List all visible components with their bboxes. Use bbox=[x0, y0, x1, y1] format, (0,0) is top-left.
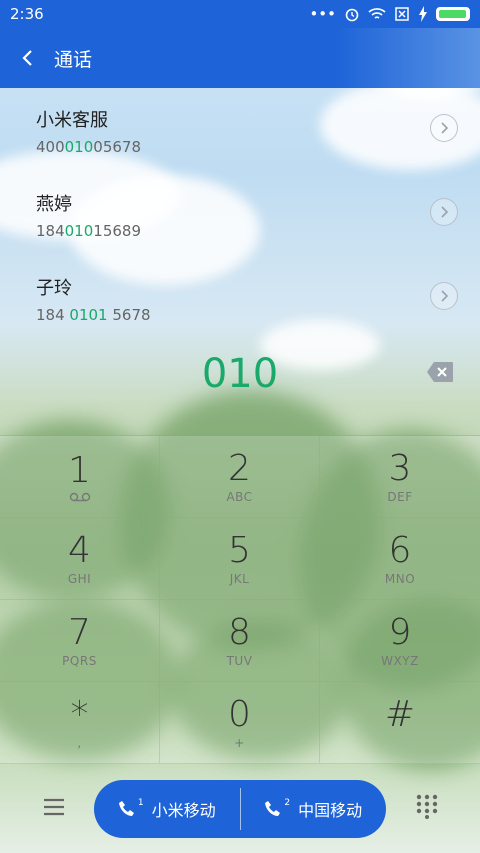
phone-icon bbox=[265, 801, 281, 816]
status-icons: ••• bbox=[309, 5, 470, 23]
call-sim1-button[interactable]: 1 小米移动 bbox=[94, 780, 240, 838]
alarm-icon bbox=[345, 8, 359, 22]
backspace-button[interactable] bbox=[426, 361, 454, 383]
header: 通话 bbox=[0, 28, 480, 88]
status-bar: 2:36 ••• bbox=[0, 0, 480, 28]
dialpad-icon bbox=[416, 794, 438, 819]
bottom-bar: 1 小米移动 2 中国移动 bbox=[0, 765, 480, 853]
key-5[interactable]: 5 JKL bbox=[160, 518, 320, 600]
dialed-number: 010 bbox=[201, 351, 279, 397]
key-9[interactable]: 9 WXYZ bbox=[320, 600, 480, 682]
key-3[interactable]: 3 DEF bbox=[320, 436, 480, 518]
key-4[interactable]: 4 GHI bbox=[0, 518, 160, 600]
contact-result[interactable]: 小米客服 40001005678 bbox=[0, 88, 480, 172]
voicemail-icon bbox=[69, 492, 90, 501]
contact-number: 40001005678 bbox=[36, 138, 141, 156]
charging-icon bbox=[419, 6, 427, 22]
chevron-left-icon bbox=[22, 50, 32, 66]
key-hash[interactable]: # bbox=[320, 682, 480, 764]
contact-result[interactable]: 子玲 184 0101 5678 bbox=[0, 256, 480, 340]
contact-result[interactable]: 燕婷 18401015689 bbox=[0, 172, 480, 256]
page-title: 通话 bbox=[54, 48, 93, 71]
call-sim2-button[interactable]: 2 中国移动 bbox=[241, 780, 387, 838]
contact-detail-button[interactable] bbox=[430, 282, 458, 310]
status-time: 2:36 bbox=[10, 5, 44, 23]
key-star[interactable]: *, bbox=[0, 682, 160, 764]
contact-name: 燕婷 bbox=[36, 194, 72, 215]
menu-icon bbox=[44, 798, 64, 816]
backspace-icon bbox=[427, 362, 453, 382]
key-1[interactable]: 1 bbox=[0, 436, 160, 518]
key-7[interactable]: 7 PQRS bbox=[0, 600, 160, 682]
wifi-icon bbox=[368, 8, 386, 19]
dial-display: 010 bbox=[0, 345, 480, 403]
chevron-right-icon bbox=[441, 290, 449, 302]
key-8[interactable]: 8 TUV bbox=[160, 600, 320, 682]
battery-icon bbox=[436, 7, 470, 21]
back-button[interactable] bbox=[6, 36, 50, 80]
contact-number: 184 0101 5678 bbox=[36, 306, 151, 324]
contact-name: 子玲 bbox=[36, 278, 72, 299]
more-icon: ••• bbox=[309, 5, 336, 23]
contact-name: 小米客服 bbox=[36, 110, 108, 131]
contact-number: 18401015689 bbox=[36, 222, 141, 240]
key-0[interactable]: 0 + bbox=[160, 682, 320, 764]
key-2[interactable]: 2 ABC bbox=[160, 436, 320, 518]
dialpad-toggle-button[interactable] bbox=[414, 793, 440, 819]
key-6[interactable]: 6 MNO bbox=[320, 518, 480, 600]
search-results: 小米客服 40001005678 燕婷 18401015689 子玲 184 0… bbox=[0, 88, 480, 340]
chevron-right-icon bbox=[441, 206, 449, 218]
no-sim-icon bbox=[395, 7, 409, 21]
chevron-right-icon bbox=[441, 122, 449, 134]
phone-icon bbox=[118, 801, 134, 816]
keypad: 1 2 ABC 3 DEF 4 GHI 5 JKL 6 MNO 7 PQRS 8 TUV 9W… bbox=[0, 435, 480, 765]
contact-detail-button[interactable] bbox=[430, 114, 458, 142]
menu-button[interactable] bbox=[40, 795, 68, 819]
call-buttons: 1 小米移动 2 中国移动 bbox=[94, 780, 386, 838]
contact-detail-button[interactable] bbox=[430, 198, 458, 226]
